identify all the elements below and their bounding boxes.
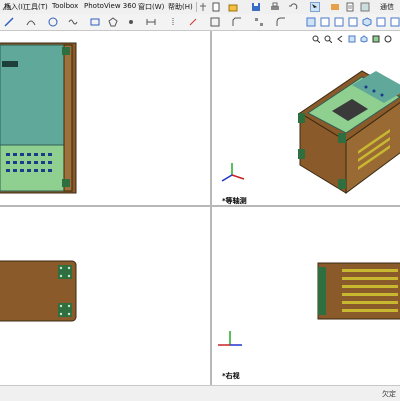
right-view-icon[interactable] (348, 17, 358, 27)
section-view-icon[interactable] (348, 35, 356, 43)
heads-up-view-toolbar (312, 35, 400, 45)
menu-window[interactable]: 窗口(W) (138, 2, 164, 12)
sketch-toolbar (0, 14, 400, 31)
arc-icon[interactable] (26, 17, 36, 27)
print-icon[interactable] (270, 2, 280, 12)
viewport-isometric[interactable]: *等轴测 (212, 31, 400, 205)
isometric-view-icon[interactable] (362, 17, 372, 27)
right-view-model (317, 262, 400, 320)
trim-icon[interactable] (188, 17, 198, 27)
circle-icon[interactable] (48, 17, 58, 27)
menu-communication[interactable]: 通信 (380, 2, 394, 12)
viewport-front[interactable] (0, 31, 210, 205)
view-orientation-hud-icon[interactable] (360, 35, 368, 43)
front-view-model (0, 42, 77, 194)
open-folder-icon[interactable] (228, 2, 238, 12)
link-views-icon[interactable] (390, 17, 400, 27)
status-definition-text: 欠定 (382, 390, 396, 398)
menu-tools[interactable]: 工具(T) (24, 2, 48, 12)
hide-show-items-icon[interactable] (384, 35, 392, 43)
viewport-label-isometric: *等轴测 (222, 197, 247, 205)
menu-photoview[interactable]: PhotoView 360 (84, 2, 136, 10)
select-cursor-icon[interactable] (310, 2, 320, 12)
viewport-splitter-vertical[interactable] (210, 31, 212, 385)
pattern-icon[interactable] (254, 17, 264, 27)
viewport-right[interactable]: *右视 (212, 207, 400, 385)
menu-bar: 插入(I) 工具(T) Toolbox PhotoView 360 窗口(W) … (0, 0, 400, 15)
spline-icon[interactable] (68, 17, 78, 27)
mirror-icon[interactable] (168, 17, 178, 27)
top-view-icon[interactable] (334, 17, 344, 27)
chamfer-icon[interactable] (232, 17, 242, 27)
viewport-top[interactable] (0, 207, 210, 385)
polygon-icon[interactable] (108, 17, 118, 27)
zoom-area-icon[interactable] (324, 35, 332, 43)
options-icon[interactable] (360, 2, 370, 12)
front-view-icon[interactable] (320, 17, 330, 27)
top-view-model (0, 260, 77, 322)
new-document-icon[interactable] (211, 2, 221, 12)
menu-help[interactable]: 帮助(H) (168, 2, 193, 12)
rebuild-icon[interactable] (330, 2, 340, 12)
offset-icon[interactable] (210, 17, 220, 27)
previous-view-icon[interactable] (336, 35, 344, 43)
line-icon[interactable] (4, 17, 14, 27)
menu-toolbox[interactable]: Toolbox (52, 2, 78, 10)
view-orientation-icon[interactable] (306, 17, 316, 27)
fillet-icon[interactable] (276, 17, 286, 27)
zoom-to-fit-icon[interactable] (312, 35, 320, 43)
undo-icon[interactable] (288, 2, 298, 12)
rectangle-icon[interactable] (90, 17, 100, 27)
viewport-splitter-horizontal[interactable] (0, 205, 400, 207)
save-icon[interactable] (251, 2, 261, 12)
coordinate-triad-right (218, 331, 242, 346)
normal-to-icon[interactable] (376, 17, 386, 27)
status-bar: 欠定 (0, 385, 400, 401)
pin-icon[interactable] (198, 2, 208, 12)
point-icon[interactable] (126, 17, 136, 27)
viewport-label-right: *右视 (222, 372, 240, 380)
coordinate-triad (221, 163, 245, 182)
dimension-icon[interactable] (146, 17, 156, 27)
menu-separator (196, 2, 197, 12)
file-properties-icon[interactable] (345, 2, 355, 12)
display-style-icon[interactable] (372, 35, 380, 43)
menu-insert[interactable]: 插入(I) (4, 2, 26, 12)
